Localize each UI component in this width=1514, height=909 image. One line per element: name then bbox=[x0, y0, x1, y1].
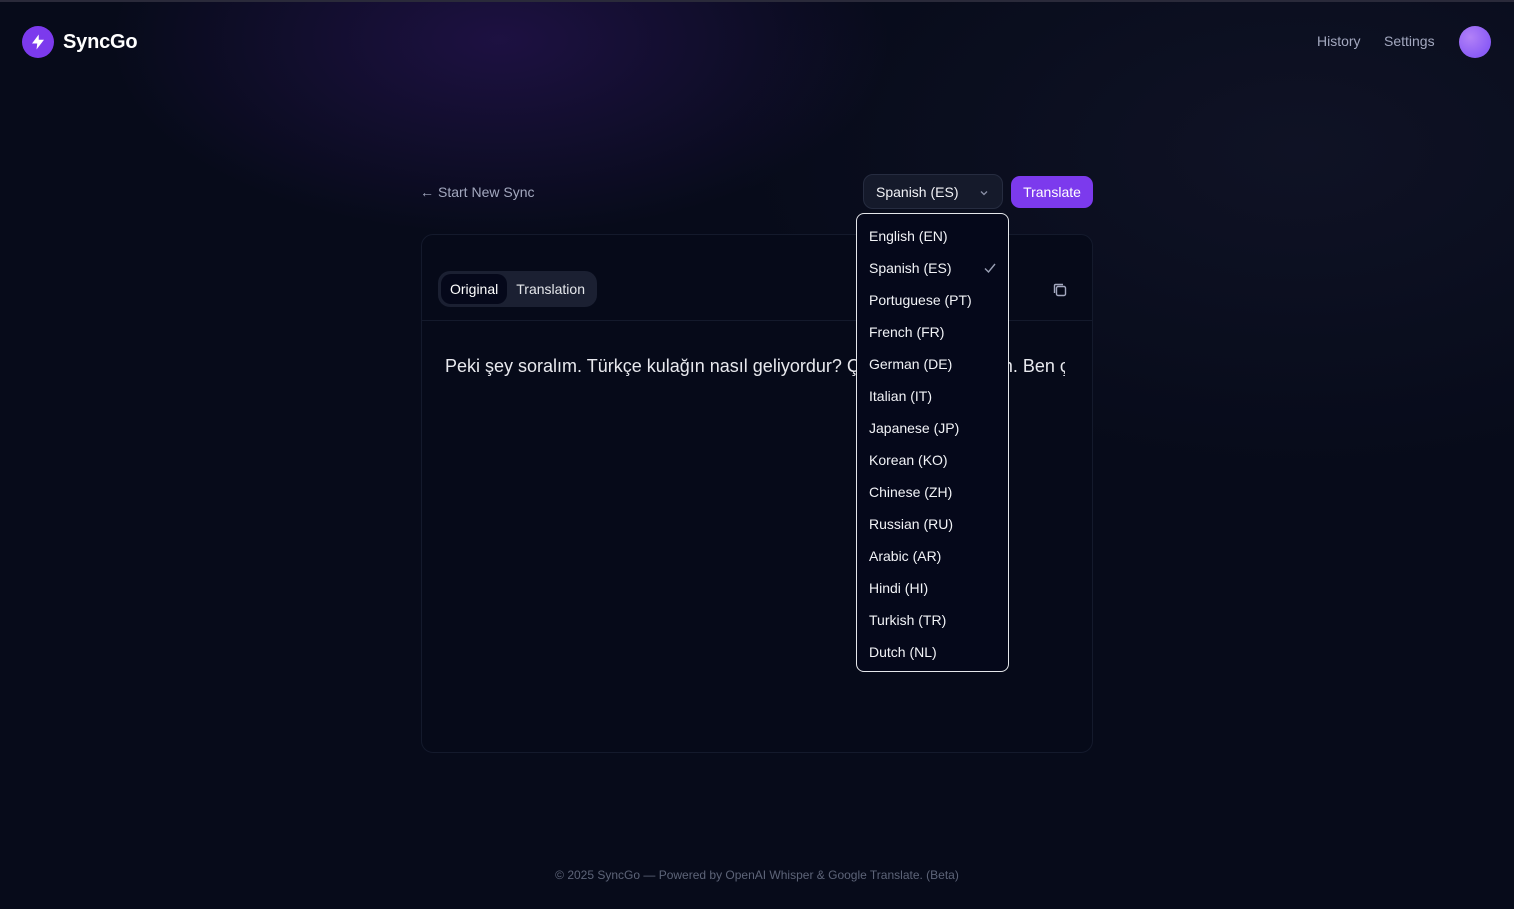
language-dropdown: English (EN) Spanish (ES) Portuguese (PT… bbox=[856, 213, 1009, 672]
footer-text: © 2025 SyncGo — Powered by OpenAI Whispe… bbox=[555, 868, 959, 882]
language-option-ar[interactable]: Arabic (AR) bbox=[857, 540, 1008, 572]
language-option-hi[interactable]: Hindi (HI) bbox=[857, 572, 1008, 604]
nav-history[interactable]: History bbox=[1317, 33, 1361, 49]
nav-settings[interactable]: Settings bbox=[1384, 33, 1435, 49]
avatar[interactable] bbox=[1459, 26, 1491, 58]
start-new-sync-label: Start New Sync bbox=[438, 184, 535, 200]
start-new-sync-link[interactable]: ← Start New Sync bbox=[420, 184, 534, 200]
language-option-pt[interactable]: Portuguese (PT) bbox=[857, 284, 1008, 316]
arrow-left-icon: ← bbox=[420, 184, 434, 200]
tab-original[interactable]: Original bbox=[441, 274, 508, 304]
language-option-it[interactable]: Italian (IT) bbox=[857, 380, 1008, 412]
language-option-jp[interactable]: Japanese (JP) bbox=[857, 412, 1008, 444]
translate-button[interactable]: Translate bbox=[1011, 176, 1093, 208]
tab-translation[interactable]: Translation bbox=[507, 274, 594, 304]
language-option-tr[interactable]: Turkish (TR) bbox=[857, 604, 1008, 636]
brand-name: SyncGo bbox=[63, 30, 138, 53]
language-select-value: Spanish (ES) bbox=[876, 183, 959, 200]
language-option-de[interactable]: German (DE) bbox=[857, 348, 1008, 380]
language-option-ko[interactable]: Korean (KO) bbox=[857, 444, 1008, 476]
check-icon bbox=[984, 263, 996, 274]
language-option-zh[interactable]: Chinese (ZH) bbox=[857, 476, 1008, 508]
brand[interactable]: SyncGo bbox=[22, 26, 138, 58]
chevron-down-icon bbox=[980, 191, 988, 196]
language-option-ru[interactable]: Russian (RU) bbox=[857, 508, 1008, 540]
language-option-fr[interactable]: French (FR) bbox=[857, 316, 1008, 348]
window-top-border bbox=[0, 0, 1514, 2]
language-select[interactable]: Spanish (ES) bbox=[863, 174, 1003, 209]
language-option-es[interactable]: Spanish (ES) bbox=[857, 252, 1008, 284]
copy-icon[interactable] bbox=[1050, 280, 1070, 300]
language-option-nl[interactable]: Dutch (NL) bbox=[857, 636, 1008, 668]
view-toggle: Original Translation bbox=[438, 271, 597, 307]
language-option-en[interactable]: English (EN) bbox=[857, 220, 1008, 252]
lightning-bolt-icon bbox=[22, 26, 54, 58]
